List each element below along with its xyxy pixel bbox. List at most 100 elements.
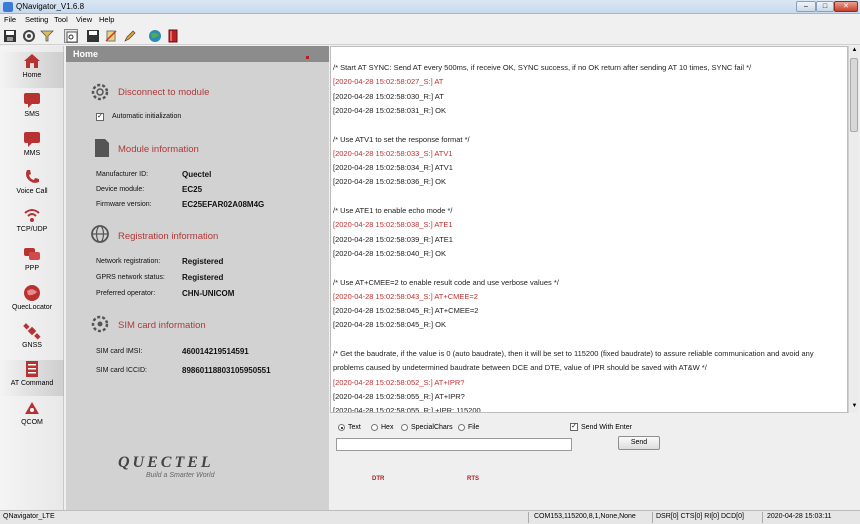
- firmware-label: Firmware version:: [96, 201, 152, 208]
- nav-label: MMS: [23, 150, 41, 157]
- manufacturer-label: Manufacturer ID:: [96, 171, 149, 178]
- log-received-line: [2020-04-28 15:02:58:039_R:] ATE1: [333, 234, 453, 244]
- locator-icon: [23, 284, 41, 302]
- phone-icon: [23, 168, 41, 186]
- status-signals: DSR[0] CTS[0] RI[0] DCD[0]: [656, 513, 744, 520]
- filter-icon[interactable]: [40, 29, 54, 43]
- log-comment-line: /* Get the baudrate, if the value is 0 (…: [333, 349, 814, 358]
- slogan: Build a Smarter World: [146, 472, 215, 479]
- log-comment-line: /* Use ATV1 to set the response format *…: [333, 134, 470, 144]
- mode-file-label: File: [468, 424, 480, 431]
- header-marker: [306, 56, 309, 59]
- close-button[interactable]: ✕: [834, 1, 858, 12]
- ppp-icon: [23, 245, 41, 263]
- preferred-operator-label: Preferred operator:: [96, 290, 156, 297]
- nav-qcom[interactable]: QCOM: [0, 399, 64, 435]
- log-received-line: [2020-04-28 15:02:58:055_R:] +IPR: 11520…: [333, 406, 481, 413]
- menu-help[interactable]: Help: [99, 15, 114, 24]
- auto-init-checkbox[interactable]: ✓: [96, 113, 104, 121]
- send-button[interactable]: Send: [618, 436, 660, 450]
- window-title: QNavigator_V1.6.8: [16, 2, 85, 11]
- save-log-icon[interactable]: [86, 29, 100, 43]
- auto-init-label: Automatic initialization: [112, 113, 182, 120]
- send-with-enter-checkbox[interactable]: ✓: [570, 423, 578, 431]
- imsi-value: 460014219514591: [182, 347, 249, 356]
- book-icon[interactable]: [166, 29, 180, 43]
- mode-hex-label: Hex: [381, 424, 394, 431]
- nav-mms[interactable]: MMS: [0, 130, 64, 166]
- log-received-line: [2020-04-28 15:02:58:055_R:] AT+IPR?: [333, 391, 465, 401]
- scroll-thumb[interactable]: [850, 58, 858, 132]
- web-icon[interactable]: [148, 29, 162, 43]
- view-icon[interactable]: [64, 29, 78, 43]
- nav-at-command[interactable]: AT Command: [0, 360, 64, 396]
- menu-setting[interactable]: Setting: [25, 15, 48, 24]
- nav-home[interactable]: Home: [0, 52, 64, 88]
- wifi-icon: [23, 206, 41, 224]
- settings-icon[interactable]: [22, 29, 36, 43]
- mode-text-radio[interactable]: [338, 424, 345, 431]
- mode-file-radio[interactable]: [458, 424, 465, 431]
- nav-sms[interactable]: SMS: [0, 91, 64, 127]
- log-comment-line: /* Use AT+CMEE=2 to enable result code a…: [333, 277, 559, 287]
- mms-icon: [23, 130, 41, 148]
- dtr-toggle[interactable]: DTR: [372, 476, 384, 482]
- menu-tool[interactable]: Tool: [54, 15, 68, 24]
- mode-hex-radio[interactable]: [371, 424, 378, 431]
- status-bar: QNavigator_LTE COM153,115200,8,1,None,No…: [0, 510, 860, 524]
- log-sent-line: [2020-04-28 15:02:58:027_S:] AT: [333, 77, 444, 87]
- scroll-down-icon[interactable]: ▼: [851, 403, 858, 411]
- quectel-logo: QUECTEL: [118, 454, 214, 471]
- mode-specialchars-radio[interactable]: [401, 424, 408, 431]
- log-received-line: [2020-04-28 15:02:58:045_R:] AT+CMEE=2: [333, 306, 479, 316]
- console-scrollbar[interactable]: ▲ ▼: [848, 46, 859, 413]
- globe-icon: [90, 224, 110, 244]
- command-input[interactable]: [336, 438, 572, 451]
- sidebar: Home SMS MMS Voice Call TCP/UDP PPP Quec…: [0, 46, 64, 510]
- nav-label: GNSS: [22, 342, 42, 349]
- home-icon: [23, 52, 41, 70]
- nav-queclocator[interactable]: QuecLocator: [0, 284, 64, 320]
- gear-icon: [90, 82, 110, 102]
- log-comment-line: problems caused by undetermined baudrate…: [333, 363, 707, 373]
- preferred-operator-value: CHN-UNICOM: [182, 289, 235, 298]
- sim-card-icon: [90, 314, 110, 334]
- nav-tcp-udp[interactable]: TCP/UDP: [0, 206, 64, 242]
- status-divider: [528, 512, 529, 523]
- rts-toggle[interactable]: RTS: [467, 476, 479, 482]
- home-header: Home: [66, 46, 329, 62]
- nav-label: QuecLocator: [11, 304, 53, 311]
- app-icon: [3, 2, 13, 12]
- nav-ppp[interactable]: PPP: [0, 245, 64, 281]
- at-console-log[interactable]: /* Start AT SYNC: Send AT every 500ms, i…: [330, 46, 848, 413]
- edit-icon[interactable]: [123, 29, 137, 43]
- registration-info-title: Registration information: [118, 231, 219, 242]
- send-area: Text Hex SpecialChars File ✓ Send With E…: [330, 414, 860, 510]
- disconnect-module-link[interactable]: Disconnect to module: [118, 87, 209, 98]
- at-command-icon: [23, 360, 41, 378]
- minimize-button[interactable]: –: [796, 1, 816, 12]
- nav-label: Home: [22, 72, 42, 79]
- nav-label: AT Command: [10, 380, 54, 387]
- nav-voice-call[interactable]: Voice Call: [0, 168, 64, 204]
- log-received-line: [2020-04-28 15:02:58:030_R:] AT: [333, 91, 444, 101]
- nav-gnss[interactable]: GNSS: [0, 322, 64, 358]
- clear-icon[interactable]: [104, 29, 118, 43]
- maximize-button[interactable]: □: [816, 1, 834, 12]
- log-sent-line: [2020-04-28 15:02:58:033_S:] ATV1: [333, 148, 453, 158]
- network-registration-label: Network registration:: [96, 258, 161, 265]
- iccid-value: 89860118803105950551: [182, 366, 271, 375]
- satellite-icon: [23, 322, 41, 340]
- log-received-line: [2020-04-28 15:02:58:040_R:] OK: [333, 248, 446, 258]
- mode-specialchars-label: SpecialChars: [411, 424, 453, 431]
- save-icon[interactable]: [3, 29, 17, 43]
- gprs-status-value: Registered: [182, 273, 224, 282]
- menu-file[interactable]: File: [4, 15, 16, 24]
- log-sent-line: [2020-04-28 15:02:58:038_S:] ATE1: [333, 220, 453, 230]
- network-registration-value: Registered: [182, 257, 224, 266]
- scroll-up-icon[interactable]: ▲: [851, 47, 858, 55]
- menu-view[interactable]: View: [76, 15, 92, 24]
- sim-info-title: SIM card information: [118, 320, 206, 331]
- send-with-enter-label: Send With Enter: [581, 424, 632, 431]
- qcom-icon: [23, 399, 41, 417]
